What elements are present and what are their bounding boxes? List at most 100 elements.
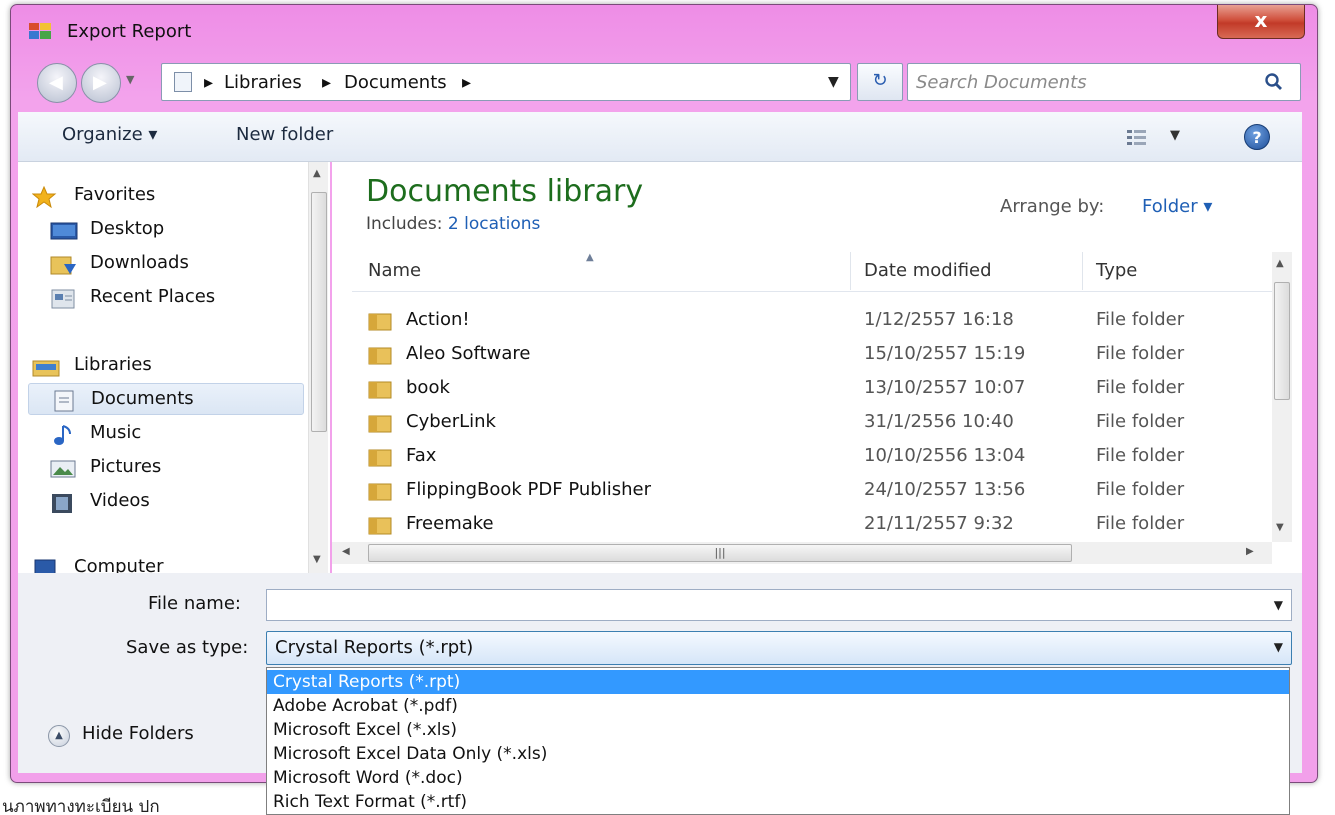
column-date-modified[interactable]: Date modified bbox=[864, 260, 992, 281]
file-date: 10/10/2556 13:04 bbox=[864, 445, 1026, 466]
forward-button[interactable]: ▶ bbox=[81, 63, 121, 103]
address-bar[interactable]: ▸ Libraries ▸ Documents ▸ ▼ bbox=[161, 63, 851, 101]
vertical-scrollbar[interactable]: ▲ ▼ bbox=[1272, 252, 1292, 542]
includes-label: Includes: bbox=[366, 214, 443, 234]
breadcrumb-separator-icon: ▸ bbox=[322, 72, 332, 93]
scroll-right-icon[interactable]: ▶ bbox=[1246, 546, 1254, 557]
documents-icon bbox=[54, 390, 74, 412]
scroll-down-icon[interactable]: ▼ bbox=[1276, 522, 1284, 533]
save-as-type-select[interactable]: Crystal Reports (*.rpt) ▼ bbox=[266, 631, 1292, 665]
forward-arrow-icon: ▶ bbox=[93, 72, 107, 93]
file-type: File folder bbox=[1096, 479, 1185, 500]
vertical-scrollbar-thumb[interactable] bbox=[1274, 282, 1290, 400]
breadcrumb-libraries[interactable]: Libraries bbox=[224, 72, 302, 93]
type-option-excel[interactable]: Microsoft Excel (*.xls) bbox=[267, 718, 1289, 742]
horizontal-scrollbar[interactable]: ◀ ||| ▶ bbox=[332, 542, 1272, 564]
type-option-rtf[interactable]: Rich Text Format (*.rtf) bbox=[267, 790, 1289, 814]
desktop-icon bbox=[50, 222, 78, 240]
column-type[interactable]: Type bbox=[1096, 260, 1137, 281]
file-row[interactable]: CyberLink 31/1/2556 10:40 File folder bbox=[352, 406, 1272, 440]
file-name: Aleo Software bbox=[406, 343, 531, 364]
chevron-up-icon: ▲ bbox=[48, 725, 70, 747]
nav-videos[interactable]: Videos bbox=[18, 486, 300, 518]
type-option-crystal-reports[interactable]: Crystal Reports (*.rpt) bbox=[267, 670, 1289, 694]
file-name: Fax bbox=[406, 445, 437, 466]
file-date: 15/10/2557 15:19 bbox=[864, 343, 1026, 364]
details-view-icon bbox=[1127, 130, 1146, 145]
file-row[interactable]: Aleo Software 15/10/2557 15:19 File fold… bbox=[352, 338, 1272, 372]
nav-libraries[interactable]: Libraries bbox=[18, 350, 300, 382]
scroll-down-icon[interactable]: ▼ bbox=[313, 554, 321, 565]
nav-pictures[interactable]: Pictures bbox=[18, 452, 300, 484]
file-row[interactable]: Action! 1/12/2557 16:18 File folder bbox=[352, 304, 1272, 338]
file-row[interactable]: Fax 10/10/2556 13:04 File folder bbox=[352, 440, 1272, 474]
navigation-scrollbar[interactable]: ▲ ▼ bbox=[308, 162, 328, 573]
help-button[interactable]: ? bbox=[1244, 124, 1270, 150]
nav-documents[interactable]: Documents bbox=[28, 383, 304, 415]
save-as-type-label: Save as type: bbox=[126, 637, 249, 658]
scroll-up-icon[interactable]: ▲ bbox=[1276, 258, 1284, 269]
file-name: Action! bbox=[406, 309, 470, 330]
locations-link[interactable]: 2 locations bbox=[448, 214, 541, 234]
nav-computer[interactable]: Computer bbox=[18, 552, 300, 573]
horizontal-scrollbar-thumb[interactable]: ||| bbox=[368, 544, 1072, 562]
downloads-folder-icon bbox=[50, 256, 76, 275]
arrange-by-dropdown[interactable]: Folder ▾ bbox=[1142, 196, 1212, 217]
scroll-left-icon[interactable]: ◀ bbox=[342, 546, 350, 557]
file-date: 13/10/2557 10:07 bbox=[864, 377, 1026, 398]
address-dropdown-icon[interactable]: ▼ bbox=[828, 74, 839, 90]
recent-places-icon bbox=[51, 289, 75, 309]
libraries-icon bbox=[32, 360, 60, 377]
breadcrumb-documents[interactable]: Documents bbox=[344, 72, 447, 93]
change-view-button[interactable]: ▼ bbox=[1126, 128, 1196, 150]
chevron-down-icon[interactable]: ▼ bbox=[1274, 640, 1283, 654]
scroll-up-icon[interactable]: ▲ bbox=[313, 168, 321, 179]
breadcrumb-separator-icon[interactable]: ▸ bbox=[462, 72, 471, 93]
column-divider bbox=[1082, 252, 1083, 290]
file-name-field[interactable]: ▼ bbox=[266, 589, 1292, 621]
music-icon bbox=[54, 425, 71, 445]
back-arrow-icon: ◀ bbox=[49, 72, 63, 93]
refresh-icon: ↻ bbox=[872, 70, 888, 91]
folder-icon bbox=[368, 415, 392, 433]
file-date: 24/10/2557 13:56 bbox=[864, 479, 1026, 500]
organize-button[interactable]: Organize ▾ bbox=[62, 124, 157, 145]
back-button[interactable]: ◀ bbox=[37, 63, 77, 103]
search-input[interactable] bbox=[916, 70, 1246, 94]
new-folder-button[interactable]: New folder bbox=[236, 124, 333, 145]
refresh-button[interactable]: ↻ bbox=[857, 63, 903, 101]
breadcrumb-separator-icon: ▸ bbox=[204, 72, 214, 93]
nav-downloads[interactable]: Downloads bbox=[18, 248, 300, 280]
folder-icon bbox=[368, 313, 392, 331]
search-box[interactable] bbox=[907, 63, 1301, 101]
file-row[interactable]: FlippingBook PDF Publisher 24/10/2557 13… bbox=[352, 474, 1272, 508]
folder-icon bbox=[368, 517, 392, 535]
search-icon[interactable] bbox=[1264, 72, 1284, 92]
sort-ascending-icon: ▲ bbox=[586, 252, 594, 263]
pictures-icon bbox=[50, 460, 76, 478]
arrange-by-label: Arrange by: bbox=[1000, 196, 1105, 217]
file-row[interactable]: book 13/10/2557 10:07 File folder bbox=[352, 372, 1272, 406]
type-option-pdf[interactable]: Adobe Acrobat (*.pdf) bbox=[267, 694, 1289, 718]
column-divider bbox=[850, 252, 851, 290]
navigation-scrollbar-thumb[interactable] bbox=[311, 192, 327, 432]
type-option-excel-data-only[interactable]: Microsoft Excel Data Only (*.xls) bbox=[267, 742, 1289, 766]
nav-desktop[interactable]: Desktop bbox=[18, 214, 300, 246]
file-row[interactable]: Freemake 21/11/2557 9:32 File folder bbox=[352, 508, 1272, 542]
file-name-input[interactable] bbox=[273, 593, 1253, 617]
file-name: CyberLink bbox=[406, 411, 496, 432]
nav-recent-places[interactable]: Recent Places bbox=[18, 282, 300, 314]
file-type: File folder bbox=[1096, 411, 1185, 432]
file-type: File folder bbox=[1096, 445, 1185, 466]
save-as-type-dropdown-list: Crystal Reports (*.rpt) Adobe Acrobat (*… bbox=[266, 667, 1290, 815]
nav-favorites[interactable]: Favorites bbox=[18, 180, 300, 212]
file-type: File folder bbox=[1096, 343, 1185, 364]
column-name[interactable]: Name bbox=[368, 260, 421, 281]
type-option-word[interactable]: Microsoft Word (*.doc) bbox=[267, 766, 1289, 790]
chevron-down-icon[interactable]: ▼ bbox=[1274, 598, 1283, 612]
recent-locations-dropdown-icon[interactable]: ▼ bbox=[126, 73, 134, 86]
file-name: Freemake bbox=[406, 513, 494, 534]
nav-music[interactable]: Music bbox=[18, 418, 300, 450]
star-icon bbox=[32, 186, 57, 208]
file-date: 21/11/2557 9:32 bbox=[864, 513, 1014, 534]
